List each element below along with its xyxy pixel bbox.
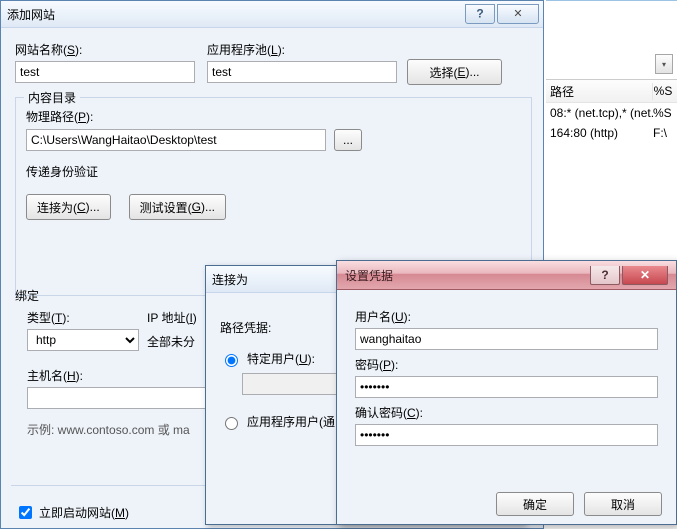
ip-address-value: 全部未分 bbox=[147, 333, 195, 350]
physical-path-input[interactable] bbox=[26, 129, 326, 151]
site-name-input[interactable] bbox=[15, 61, 195, 83]
autostart-checkbox[interactable] bbox=[19, 506, 32, 519]
table-row[interactable]: 164:80 (http) F:\ bbox=[546, 123, 677, 143]
help-button[interactable]: ? bbox=[590, 266, 620, 285]
physical-path-label: 物理路径(P): bbox=[26, 108, 521, 125]
cell-perc: %S bbox=[653, 106, 673, 120]
password-label: 密码(P): bbox=[355, 356, 658, 373]
cell-path: 164:80 (http) bbox=[550, 126, 653, 140]
add-website-titlebar[interactable]: 添加网站 ? ✕ bbox=[1, 1, 543, 28]
specific-user-label: 特定用户(U): bbox=[247, 350, 315, 367]
host-example-label: 示例: www.contoso.com 或 ma bbox=[27, 421, 190, 438]
specific-user-radio[interactable] bbox=[225, 354, 238, 367]
host-name-input[interactable] bbox=[27, 387, 207, 409]
confirm-password-input[interactable] bbox=[355, 424, 658, 446]
ip-address-label: IP 地址(I) bbox=[147, 309, 197, 326]
close-button[interactable]: ✕ bbox=[622, 266, 668, 285]
cell-perc: F:\ bbox=[653, 126, 673, 140]
background-filter-bar: ▾ bbox=[546, 49, 677, 80]
select-app-pool-button[interactable]: 选择(E)... bbox=[407, 59, 502, 85]
binding-label: 绑定 bbox=[15, 287, 39, 304]
app-pool-input bbox=[207, 61, 397, 83]
set-credentials-titlebar[interactable]: 设置凭据 ? ✕ bbox=[337, 261, 676, 290]
cell-path: 08:* (net.tcp),* (net. bbox=[550, 106, 653, 120]
test-settings-button[interactable]: 测试设置(G)... bbox=[129, 194, 226, 220]
connect-as-button[interactable]: 连接为(C)... bbox=[26, 194, 111, 220]
app-user-label: 应用程序用户(通 bbox=[247, 413, 335, 430]
app-user-radio[interactable] bbox=[225, 417, 238, 430]
col-header-path[interactable]: 路径 bbox=[550, 83, 653, 100]
content-directory-legend: 内容目录 bbox=[24, 89, 80, 106]
background-table-header: 路径 %S bbox=[546, 80, 677, 103]
autostart-label: 立即启动网站(M) bbox=[39, 504, 129, 521]
browse-path-button[interactable]: ... bbox=[334, 129, 362, 151]
username-input[interactable] bbox=[355, 328, 658, 350]
close-button[interactable]: ✕ bbox=[497, 4, 539, 24]
passthrough-auth-label: 传递身份验证 bbox=[26, 163, 521, 180]
add-website-title: 添加网站 bbox=[7, 6, 55, 23]
app-pool-label: 应用程序池(L): bbox=[207, 41, 285, 58]
connect-as-title: 连接为 bbox=[212, 271, 248, 288]
confirm-password-label: 确认密码(C): bbox=[355, 404, 658, 421]
set-credentials-dialog: 设置凭据 ? ✕ 用户名(U): 密码(P): 确认密码(C): 确定 取消 bbox=[336, 260, 677, 525]
host-name-label: 主机名(H): bbox=[27, 367, 83, 384]
col-header-perc[interactable]: %S bbox=[653, 84, 673, 98]
dropdown-arrow-icon[interactable]: ▾ bbox=[655, 54, 673, 74]
username-label: 用户名(U): bbox=[355, 308, 658, 325]
type-select[interactable]: http bbox=[27, 329, 139, 351]
table-row[interactable]: 08:* (net.tcp),* (net. %S bbox=[546, 103, 677, 123]
type-label: 类型(T): bbox=[27, 309, 70, 326]
set-credentials-title: 设置凭据 bbox=[345, 267, 393, 284]
help-button[interactable]: ? bbox=[465, 4, 495, 24]
ok-button[interactable]: 确定 bbox=[496, 492, 574, 516]
password-input[interactable] bbox=[355, 376, 658, 398]
site-name-label: 网站名称(S): bbox=[15, 41, 82, 58]
cancel-button[interactable]: 取消 bbox=[584, 492, 662, 516]
